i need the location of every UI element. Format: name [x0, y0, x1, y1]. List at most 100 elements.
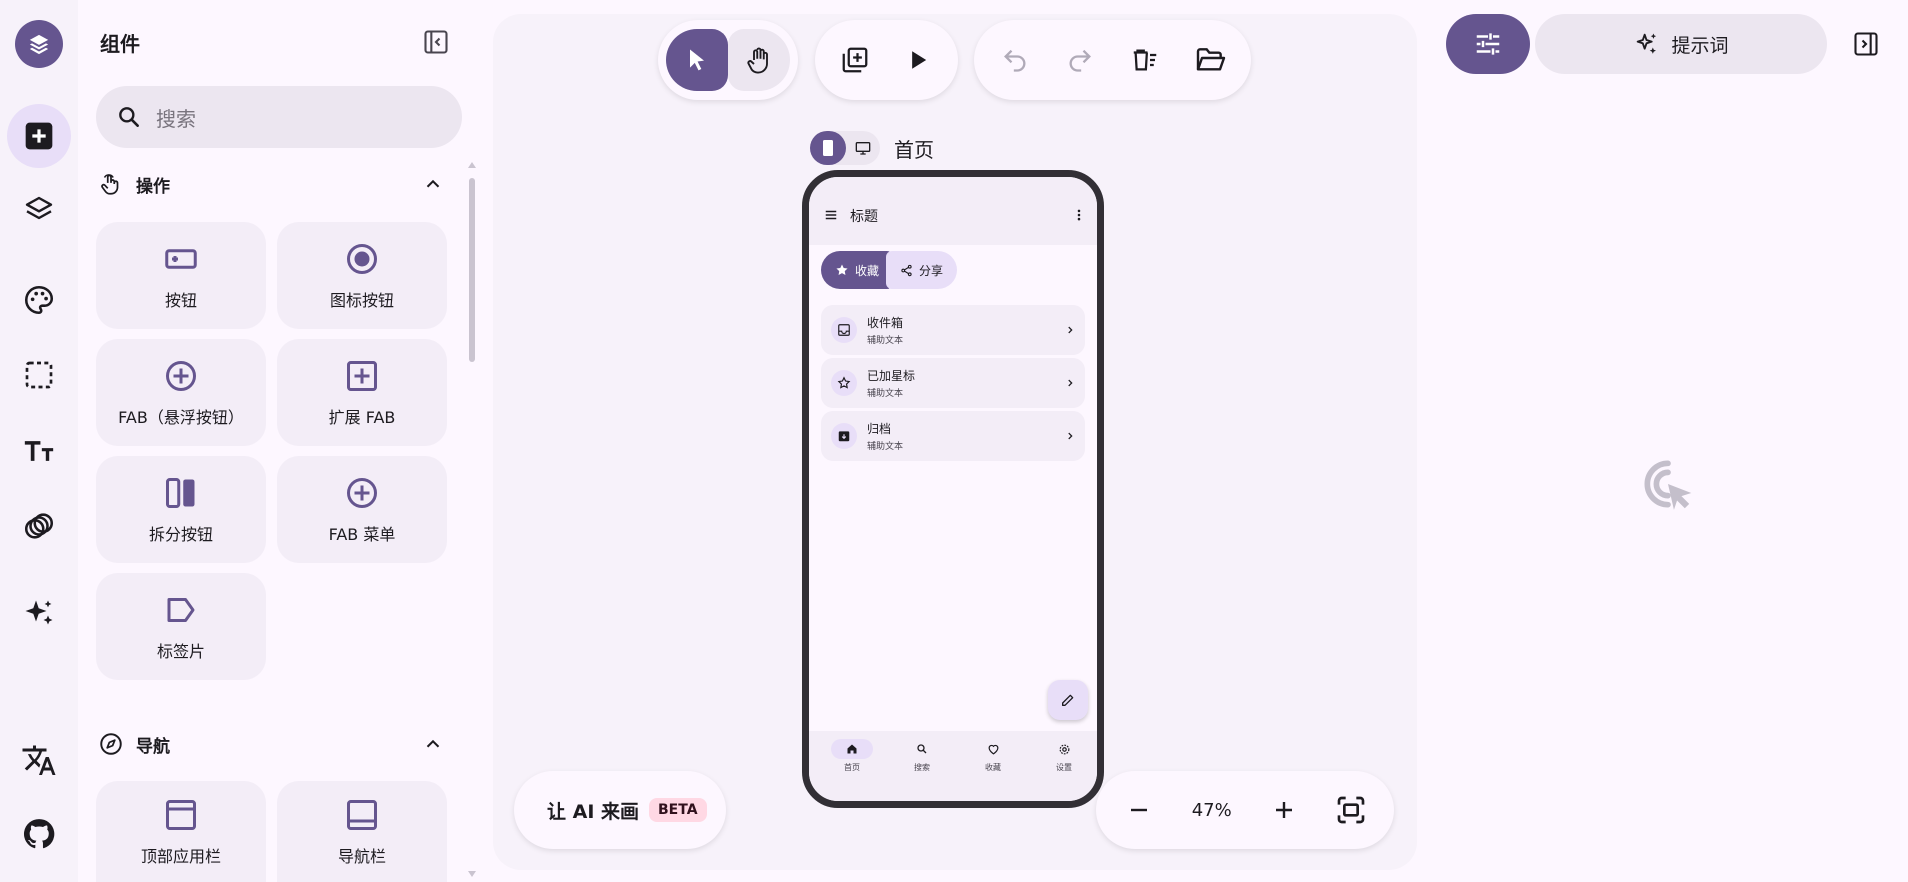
ai-draw-button[interactable]: 让 AI 来画 BETA [514, 771, 726, 849]
sparkle-icon [25, 600, 53, 625]
component-extended-fab[interactable]: 扩展 FAB [277, 339, 447, 446]
page-name[interactable]: 首页 [894, 134, 934, 163]
heart-icon [988, 744, 998, 755]
sparkle-icon [1637, 33, 1657, 54]
select-tool-button[interactable] [666, 29, 728, 91]
properties-tab[interactable] [1446, 14, 1530, 74]
zoom-in-button[interactable] [1260, 786, 1308, 834]
nav-item-home[interactable]: 首页 [822, 739, 882, 773]
select-element-placeholder [1637, 453, 1699, 515]
nav-label: 设置 [1056, 763, 1072, 772]
add-circle-icon [347, 477, 377, 508]
edit-fab[interactable] [1048, 680, 1088, 720]
list-item[interactable]: 归档 辅助文本 [821, 411, 1085, 461]
undo-icon [1003, 49, 1026, 72]
rail-ai[interactable] [7, 582, 71, 646]
nav-item-settings[interactable]: 设置 [1034, 739, 1094, 773]
nav-label: 搜索 [914, 763, 930, 772]
dock-left-icon [424, 30, 448, 54]
component-fab-menu[interactable]: FAB 菜单 [277, 456, 447, 563]
phone-preview[interactable]: 标题 收藏 分享 收件箱 辅助文本 已加星标 辅助文本 归档 辅助文本 首页 搜索 [802, 170, 1104, 808]
mobile-view-button[interactable] [810, 131, 846, 165]
layers-icon [25, 196, 53, 220]
menu-icon [825, 210, 837, 220]
rail-language[interactable] [7, 728, 71, 792]
list-item[interactable]: 收件箱 辅助文本 [821, 305, 1085, 355]
top-bar-icon [166, 799, 196, 830]
component-chip[interactable]: 标签片 [96, 573, 266, 680]
rail-theme[interactable] [7, 268, 71, 332]
app-logo[interactable] [15, 20, 63, 68]
rail-add-component[interactable] [7, 104, 71, 168]
tune-icon [1476, 33, 1500, 55]
undo-button[interactable] [984, 29, 1046, 91]
circles-icon [24, 513, 54, 539]
chip-share[interactable]: 分享 [886, 251, 958, 289]
section-header-actions[interactable]: 操作 [98, 168, 444, 200]
hand-icon [747, 47, 768, 74]
rail-typography[interactable] [7, 419, 71, 483]
nav-label: 首页 [844, 763, 860, 772]
component-icon-button[interactable]: 图标按钮 [277, 222, 447, 329]
rail-shape[interactable] [7, 343, 71, 407]
component-navigation-bar[interactable]: 导航栏 [277, 781, 447, 882]
chip-favorite[interactable]: 收藏 [821, 251, 894, 289]
rail-layers[interactable] [7, 178, 71, 242]
component-split-button[interactable]: 拆分按钮 [96, 456, 266, 563]
component-top-app-bar[interactable]: 顶部应用栏 [96, 781, 266, 882]
home-icon [847, 744, 857, 754]
list-item[interactable]: 已加星标 辅助文本 [821, 358, 1085, 408]
dashed-square-icon [25, 361, 53, 389]
pan-tool-button[interactable] [728, 29, 790, 91]
delete-sweep-icon [1133, 49, 1157, 71]
component-label: 按钮 [164, 290, 197, 310]
app-title: 标题 [850, 209, 878, 225]
search-icon [119, 107, 139, 127]
rail-motion[interactable] [7, 494, 71, 558]
add-box-icon [347, 360, 377, 391]
zoom-level: 47% [1191, 799, 1232, 821]
duplicate-button[interactable] [824, 29, 886, 91]
collapse-right-panel-button[interactable] [1852, 30, 1880, 58]
list-item-title: 归档 [867, 422, 892, 436]
scrollbar-thumb[interactable] [469, 178, 475, 362]
section-header-navigation[interactable]: 导航 [98, 728, 444, 760]
list-item-subtitle: 辅助文本 [867, 442, 904, 452]
rail-github[interactable] [7, 802, 71, 866]
fit-screen-button[interactable] [1327, 786, 1375, 834]
desktop-view-button[interactable] [846, 131, 880, 165]
list-item-subtitle: 辅助文本 [867, 336, 904, 346]
star-icon [836, 264, 848, 275]
collapse-panel-button[interactable] [422, 28, 450, 56]
split-icon [166, 477, 195, 508]
component-label: 扩展 FAB [328, 407, 396, 427]
minus-icon [1131, 808, 1148, 812]
component-button[interactable]: 按钮 [96, 222, 266, 329]
component-fab[interactable]: FAB（悬浮按钮） [96, 339, 266, 446]
tool-mode-group [658, 20, 798, 100]
chevron-up-icon [426, 179, 440, 188]
cursor-icon [690, 49, 704, 71]
redo-button[interactable] [1049, 29, 1111, 91]
zoom-out-button[interactable] [1115, 786, 1163, 834]
ai-draw-label: 让 AI 来画 [547, 800, 640, 823]
chevron-right-icon [1068, 379, 1073, 387]
edit-icon [1062, 694, 1074, 706]
chip-label: 分享 [919, 263, 944, 278]
nav-item-search[interactable]: 搜索 [892, 739, 952, 773]
click-cursor-icon [1644, 460, 1692, 510]
bottom-bar-icon [347, 799, 377, 830]
list-item-title: 收件箱 [867, 316, 904, 330]
prompt-tab[interactable]: 提示词 [1535, 14, 1827, 74]
nav-item-favorites[interactable]: 收藏 [963, 739, 1023, 773]
search-input[interactable]: 搜索 [96, 86, 462, 148]
play-button[interactable] [887, 29, 949, 91]
star-outline-icon [837, 376, 851, 389]
component-label: FAB（悬浮按钮） [118, 407, 244, 427]
prompt-tab-label: 提示词 [1671, 34, 1729, 57]
component-label: 图标按钮 [329, 290, 394, 310]
chevron-right-icon [1068, 432, 1073, 440]
panel-title: 组件 [100, 32, 140, 56]
open-folder-button[interactable] [1179, 29, 1241, 91]
clear-button[interactable] [1114, 29, 1176, 91]
